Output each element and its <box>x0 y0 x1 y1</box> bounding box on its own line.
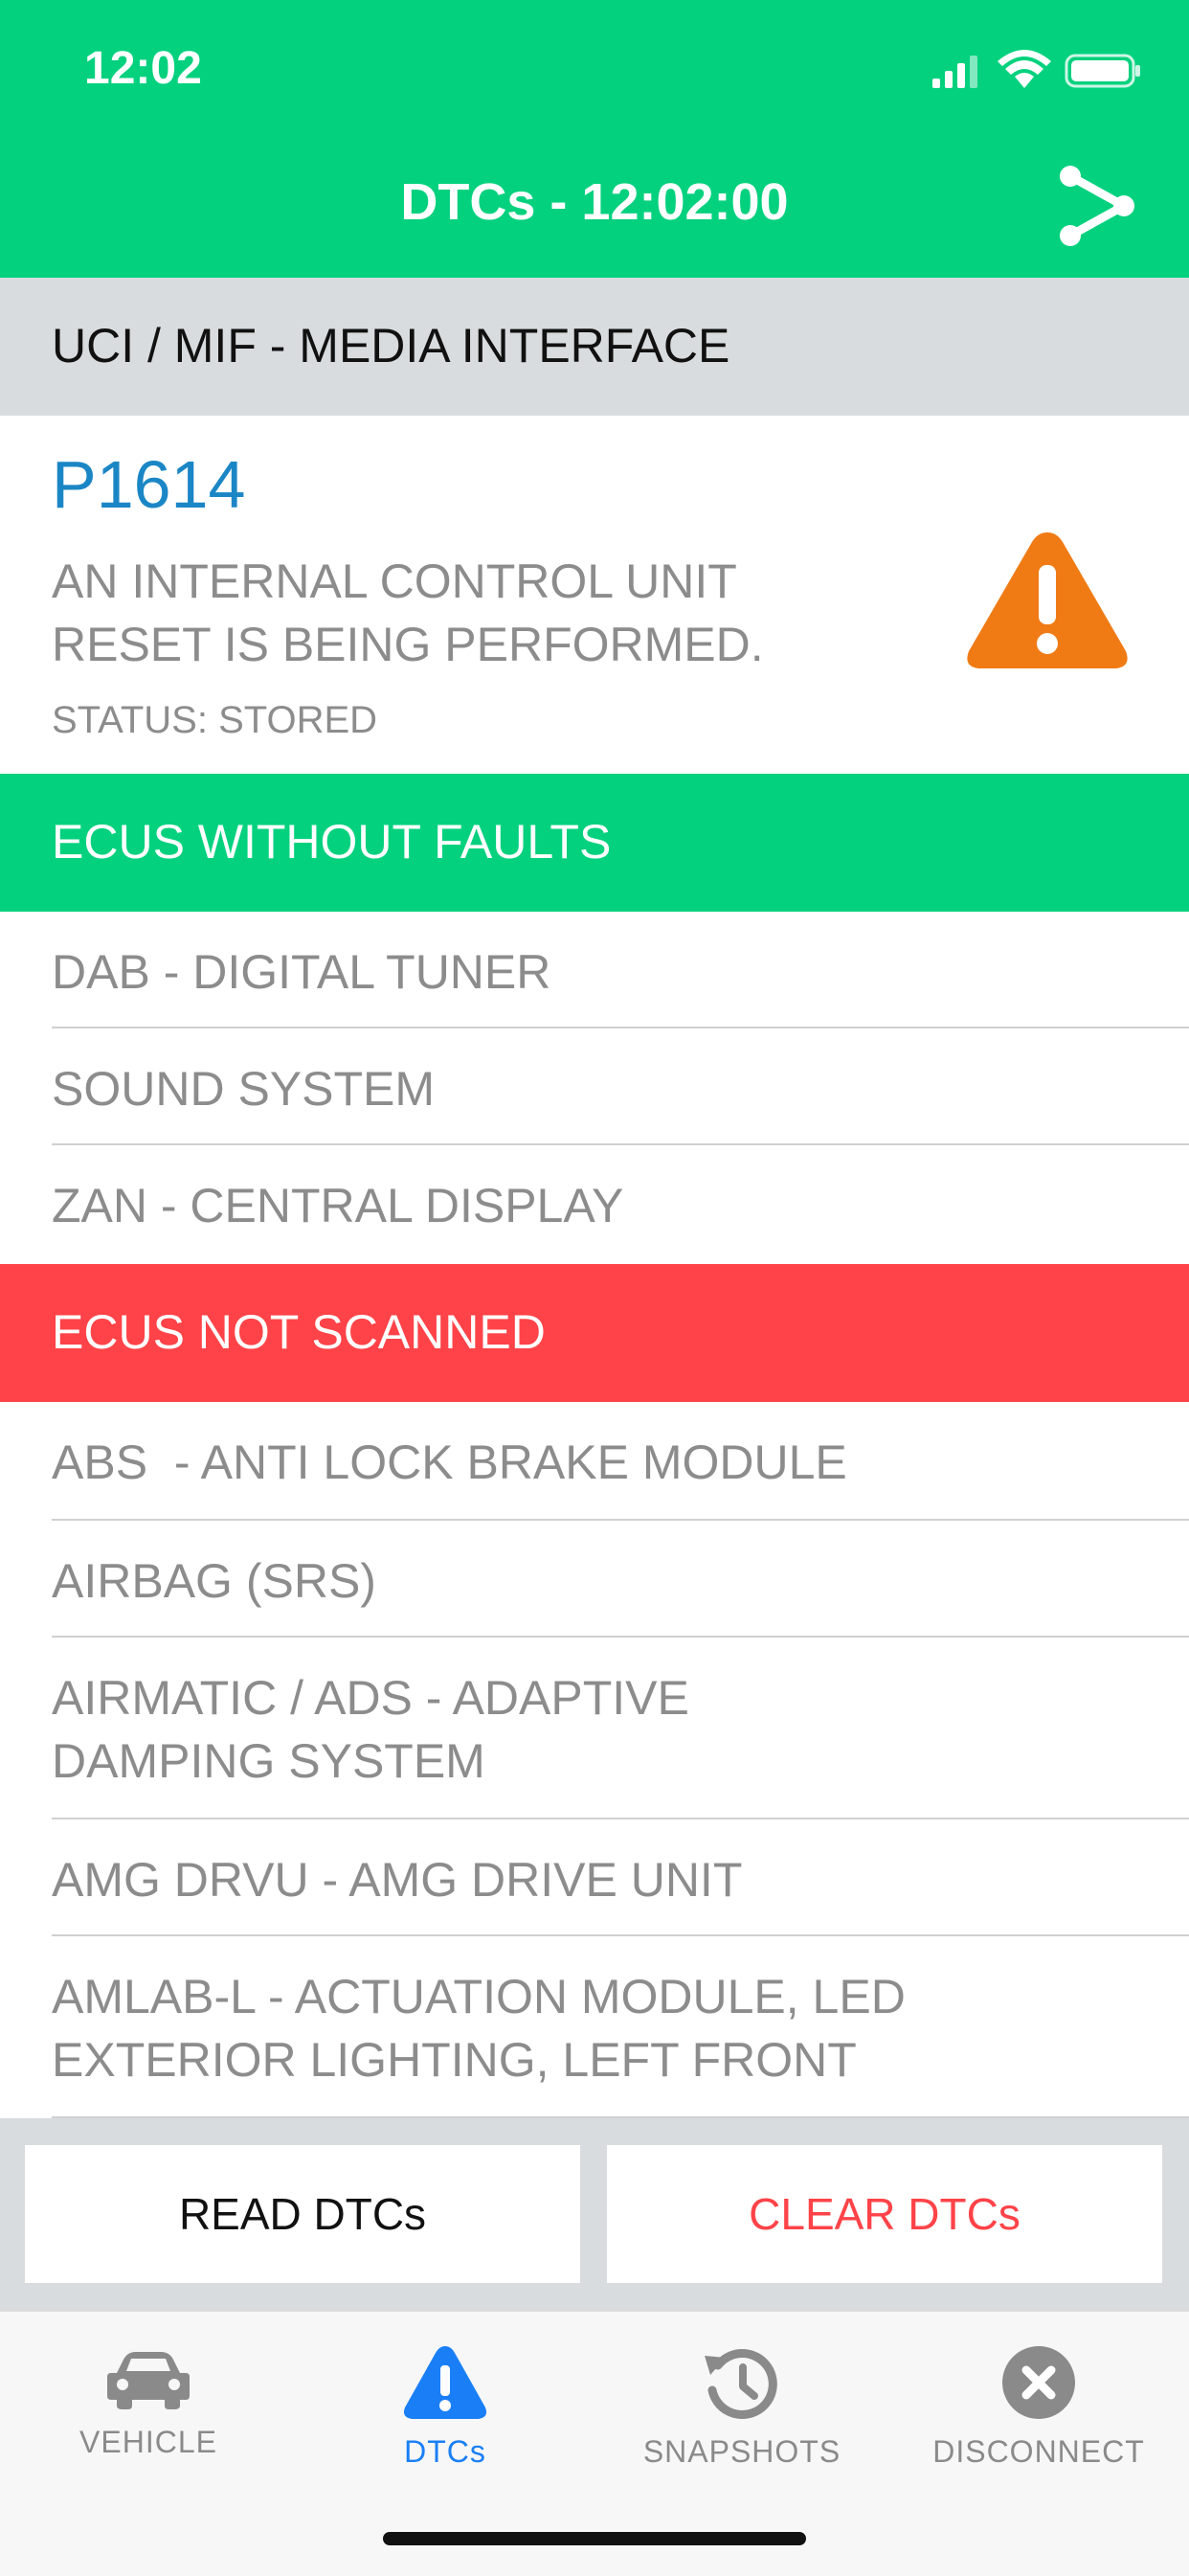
action-bar: READ DTCs CLEAR DTCs <box>0 2118 1189 2310</box>
list-item[interactable]: AMG DRVU - AMG DRIVE UNIT <box>0 1819 1189 1936</box>
page-title: DTCs - 12:02:00 <box>400 173 789 231</box>
list-item[interactable]: AMLAB-L - ACTUATION MODULE, LED EXTERIOR… <box>0 1936 1189 2118</box>
nav-header: 12:02 DTCs - 12:02:00 <box>0 0 1189 278</box>
dtc-description: AN INTERNAL CONTROL UNIT RESET IS BEING … <box>52 554 764 671</box>
list-item[interactable]: DAB - DIGITAL TUNER <box>0 912 1189 1028</box>
read-dtcs-button[interactable]: READ DTCs <box>25 2145 580 2283</box>
tab-label: DISCONNECT <box>932 2434 1145 2469</box>
status-icons <box>932 50 1140 88</box>
tab-vehicle[interactable]: VEHICLE <box>0 2331 297 2503</box>
list-item-label: ZAN - CENTRAL DISPLAY <box>52 1179 624 1232</box>
list-item-label: ABS - ANTI LOCK BRAKE MODULE <box>52 1435 847 1489</box>
list-item[interactable]: ABS - ANTI LOCK BRAKE MODULE <box>0 1402 1189 1521</box>
list-item[interactable]: ZAN - CENTRAL DISPLAY <box>0 1145 1189 1264</box>
wifi-icon <box>998 50 1051 88</box>
share-icon[interactable] <box>1057 165 1139 247</box>
dtc-code: P1614 <box>52 447 246 522</box>
car-icon <box>107 2352 190 2409</box>
ecus-without-faults-title: ECUS WITHOUT FAULTS <box>52 815 612 869</box>
list-item-label: SOUND SYSTEM <box>52 1062 436 1116</box>
list-item-label: DAB - DIGITAL TUNER <box>52 945 551 999</box>
list-item[interactable]: AIRBAG (SRS) <box>0 1521 1189 1638</box>
ecu-section-title: UCI / MIF - MEDIA INTERFACE <box>52 319 730 373</box>
tab-label: SNAPSHOTS <box>642 2434 841 2469</box>
home-indicator <box>383 2532 806 2545</box>
ecu-section-header: UCI / MIF - MEDIA INTERFACE <box>0 278 1189 416</box>
ecus-not-scanned-header: ECUS NOT SCANNED <box>0 1264 1189 1402</box>
tab-dtcs[interactable]: DTCs <box>297 2331 594 2503</box>
tab-label: VEHICLE <box>79 2425 217 2459</box>
clear-dtcs-button[interactable]: CLEAR DTCs <box>607 2145 1162 2283</box>
list-item[interactable]: SOUND SYSTEM <box>0 1028 1189 1145</box>
ecus-not-scanned-title: ECUS NOT SCANNED <box>52 1305 546 1359</box>
list-item[interactable]: AIRMATIC / ADS - ADAPTIVE DAMPING SYSTEM <box>0 1638 1189 1819</box>
list-item-label: AMLAB-L - ACTUATION MODULE, LED EXTERIOR… <box>52 1970 906 2087</box>
list-item-label: AMG DRVU - AMG DRIVE UNIT <box>52 1853 743 1907</box>
cellular-signal-icon <box>932 56 977 88</box>
list-item-label: AIRBAG (SRS) <box>52 1554 376 1608</box>
dtc-entry[interactable]: P1614 AN INTERNAL CONTROL UNIT RESET IS … <box>0 416 1189 774</box>
status-time: 12:02 <box>84 43 202 94</box>
tab-disconnect[interactable]: DISCONNECT <box>890 2331 1187 2503</box>
warning-icon <box>967 532 1128 668</box>
battery-icon <box>1065 54 1140 88</box>
tab-snapshots[interactable]: SNAPSHOTS <box>594 2331 890 2503</box>
tab-label: DTCs <box>404 2434 486 2469</box>
history-icon <box>705 2349 777 2420</box>
list-item-label: AIRMATIC / ADS - ADAPTIVE DAMPING SYSTEM <box>52 1671 689 1788</box>
warning-icon <box>403 2346 487 2419</box>
ecus-without-faults-header: ECUS WITHOUT FAULTS <box>0 774 1189 912</box>
close-circle-icon <box>1002 2346 1075 2419</box>
dtc-status: STATUS: STORED <box>52 699 378 741</box>
